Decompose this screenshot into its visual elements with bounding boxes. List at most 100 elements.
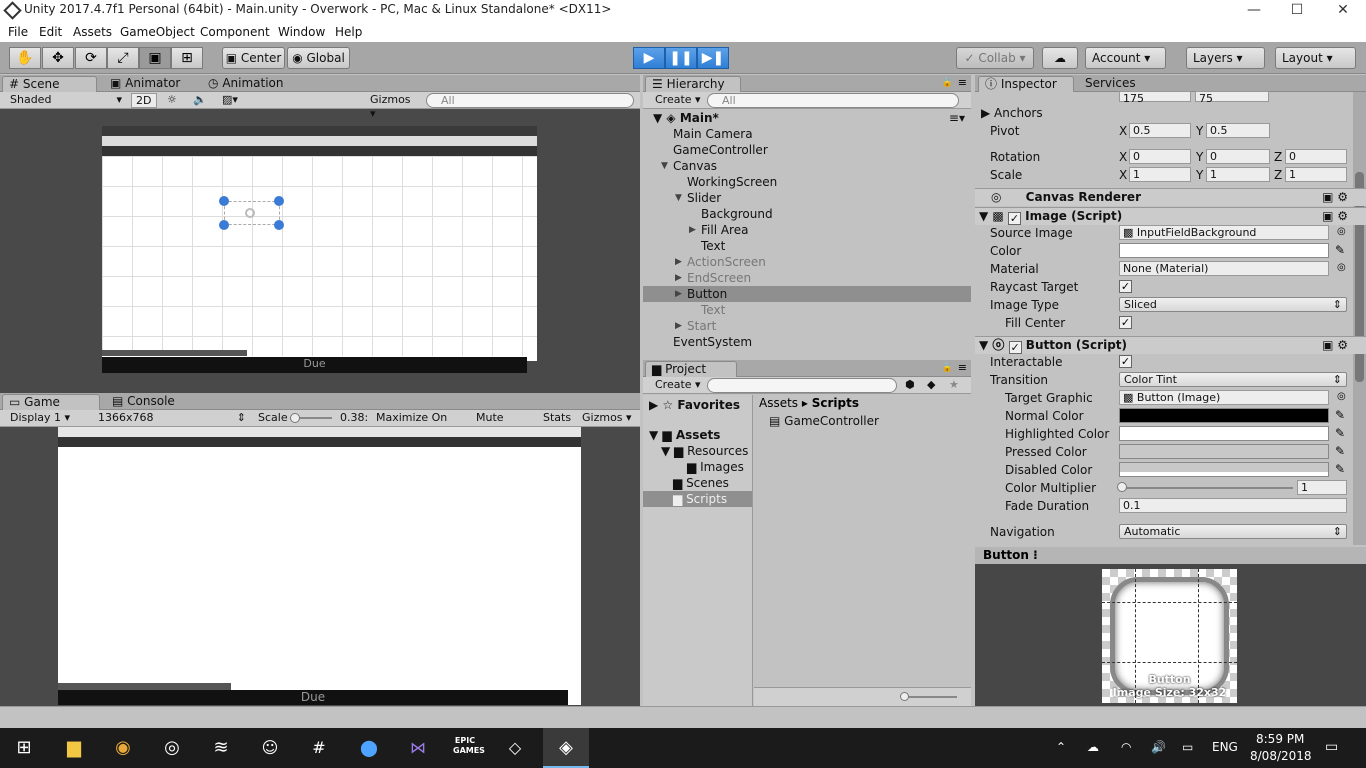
disabled-color-swatch[interactable]	[1119, 462, 1329, 477]
disabled-eyedropper-icon[interactable]: ✎	[1335, 462, 1345, 476]
rect-handle-top-right[interactable]	[274, 196, 284, 206]
file-explorer-icon[interactable]: ▆	[62, 736, 86, 760]
shading-dropdown[interactable]: Shaded ▾	[6, 93, 124, 108]
hierarchy-search-input[interactable]: All	[707, 93, 959, 108]
hierarchy-item[interactable]: EventSystem	[643, 334, 971, 350]
preview-header[interactable]: Button ⁝	[975, 547, 1366, 564]
rotation-x-field[interactable]: 0	[1129, 149, 1191, 164]
scale-y-field[interactable]: 1	[1206, 167, 1270, 182]
menu-window[interactable]: Window	[278, 25, 325, 39]
highlighted-eyedropper-icon[interactable]: ✎	[1335, 426, 1345, 440]
project-create-dropdown[interactable]: Create ▾	[651, 378, 701, 393]
inspector-scrollbar[interactable]	[1353, 92, 1366, 545]
clock-date[interactable]: 8/08/2018	[1250, 749, 1312, 763]
project-search-input[interactable]	[707, 378, 897, 393]
icon-size-thumb[interactable]	[900, 692, 909, 701]
unity-editor-icon[interactable]: ◈	[543, 728, 589, 768]
tab-game[interactable]: ▭ Game	[2, 394, 100, 410]
eyedropper-icon[interactable]: ✎	[1335, 243, 1345, 257]
hand-tool-icon[interactable]: ✋	[9, 47, 41, 69]
anchors-foldout[interactable]: ▶ Anchors	[981, 106, 1043, 120]
pause-button[interactable]: ❚❚	[665, 47, 697, 69]
button-component-header[interactable]: ▼ ⓞ ✓ Button (Script) ▣ ⚙	[975, 336, 1366, 354]
canvas-renderer-header[interactable]: ◎ Canvas Renderer ▣ ⚙	[975, 188, 1366, 206]
tab-animation[interactable]: ◷ Animation	[202, 76, 290, 92]
clock-time[interactable]: 8:59 PM	[1256, 732, 1304, 746]
tab-inspector[interactable]: ⓘ Inspector	[978, 76, 1074, 92]
favorite-star-icon[interactable]: ★	[945, 378, 965, 393]
pivot-y-field[interactable]: 0.5	[1206, 123, 1270, 138]
scale-z-field[interactable]: 1	[1285, 167, 1347, 182]
resolution-dropdown[interactable]: 1366x768 ⇕	[94, 411, 250, 426]
volume-icon[interactable]: 🔊	[1151, 740, 1166, 754]
image-enabled-checkbox[interactable]: ✓	[1007, 212, 1021, 225]
resources-folder[interactable]: ▼ ▆ Resources	[643, 443, 752, 459]
audio-icon[interactable]: 🔈	[189, 93, 211, 108]
account-dropdown[interactable]: Account ▾	[1085, 47, 1166, 69]
expand-arrow-right-icon[interactable]: ▶	[675, 254, 682, 270]
scene-root[interactable]: ▼ ◈ Main* ≡▾	[643, 110, 971, 126]
fill-center-checkbox[interactable]: ✓	[1119, 316, 1132, 329]
expand-arrow-right-icon[interactable]: ▶	[675, 318, 682, 334]
obs-icon[interactable]: ◎	[160, 736, 184, 760]
component-settings-icon[interactable]: ▣ ⚙	[1322, 189, 1348, 206]
tab-scene[interactable]: # Scene	[2, 76, 97, 92]
rotation-y-field[interactable]: 0	[1206, 149, 1270, 164]
gamecontroller-script[interactable]: ▤ GameController	[769, 413, 971, 429]
effects-icon[interactable]: ▨▾	[218, 93, 248, 108]
pressed-eyedropper-icon[interactable]: ✎	[1335, 444, 1345, 458]
navigation-dropdown[interactable]: Automatic ⇕	[1119, 524, 1347, 539]
hierarchy-item[interactable]: ▶ Start	[643, 318, 971, 334]
scripts-folder[interactable]: ▆ Scripts	[643, 491, 752, 507]
maximize-on-play-toggle[interactable]: Maximize On Play	[372, 411, 468, 438]
layers-dropdown[interactable]: Layers ▾	[1186, 47, 1265, 69]
panel-menu-icon[interactable]: ≡	[958, 76, 967, 89]
interactable-checkbox[interactable]: ✓	[1119, 355, 1132, 368]
menu-component[interactable]: Component	[200, 25, 270, 39]
rect-handle-bottom-left[interactable]	[219, 220, 229, 230]
assets-folder[interactable]: ▼ ▆ Assets	[643, 427, 752, 443]
notifications-icon[interactable]: ▭	[1325, 739, 1338, 755]
epic-games-icon[interactable]: EPIC GAMES	[453, 736, 485, 760]
icon-size-slider[interactable]	[902, 696, 957, 698]
cloud-button[interactable]: ☁	[1042, 47, 1078, 69]
spotify-icon[interactable]: ≋	[209, 736, 233, 760]
windows-start-icon[interactable]: ⊞	[12, 736, 36, 760]
hierarchy-item[interactable]: ▶ EndScreen	[643, 270, 971, 286]
battery-icon[interactable]: ▭	[1182, 740, 1193, 754]
language-indicator[interactable]: ENG	[1212, 740, 1238, 754]
move-tool-icon[interactable]: ✥	[42, 47, 74, 69]
mute-audio-toggle[interactable]: Mute Audio	[472, 411, 536, 438]
menu-gameobject[interactable]: GameObject	[120, 25, 195, 39]
menu-file[interactable]: File	[8, 25, 28, 39]
game-view[interactable]: Due	[58, 427, 581, 705]
scenes-folder[interactable]: ▆ Scenes	[643, 475, 752, 491]
discord-icon[interactable]: ☺	[258, 736, 282, 760]
object-picker-icon[interactable]: ◎	[1337, 226, 1346, 237]
project-lock-icon[interactable]: 🔒	[942, 363, 953, 373]
button-enabled-checkbox[interactable]: ✓	[1008, 341, 1022, 354]
target-graphic-field[interactable]: ▩ Button (Image)	[1119, 390, 1329, 405]
material-picker-icon[interactable]: ◎	[1337, 262, 1346, 273]
hierarchy-item[interactable]: ▼ Canvas	[643, 158, 971, 174]
stats-toggle[interactable]: Stats	[539, 411, 573, 426]
rotation-z-field[interactable]: 0	[1285, 149, 1347, 164]
maps-icon[interactable]: ⬤	[357, 736, 381, 760]
hierarchy-item[interactable]: ▶ Fill Area	[643, 222, 971, 238]
scene-canvas-view[interactable]: Due	[102, 126, 537, 373]
rect-handle-top-left[interactable]	[219, 196, 229, 206]
width-field[interactable]: 175	[1119, 91, 1191, 105]
expand-arrow-down-icon[interactable]: ▼	[661, 158, 668, 174]
expand-arrow-down-icon[interactable]: ▼	[675, 190, 682, 206]
chrome-icon[interactable]: ◉	[111, 736, 135, 760]
hierarchy-item[interactable]: Main Camera	[643, 126, 971, 142]
tab-project[interactable]: ▆ Project	[645, 361, 737, 377]
material-field[interactable]: None (Material)	[1119, 261, 1329, 276]
normal-color-swatch[interactable]	[1119, 408, 1329, 423]
game-gizmos-dropdown[interactable]: Gizmos ▾	[578, 411, 634, 426]
display-dropdown[interactable]: Display 1 ▾	[6, 411, 86, 426]
hierarchy-item[interactable]: Background	[643, 206, 971, 222]
hierarchy-item[interactable]: ▶ Button	[643, 286, 971, 302]
pivot-x-field[interactable]: 0.5	[1129, 123, 1191, 138]
tab-services[interactable]: Services	[1079, 76, 1142, 92]
